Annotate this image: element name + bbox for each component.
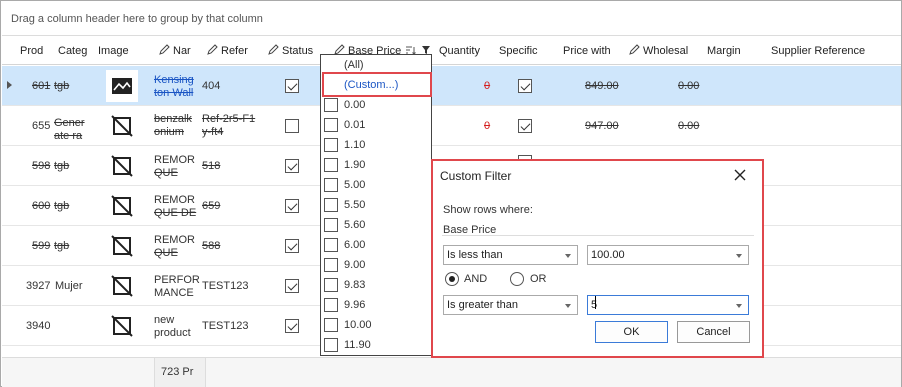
group-by-hint: Drag a column header here to group by th… — [11, 13, 263, 25]
filter-option[interactable]: 5.50 — [321, 195, 431, 215]
image-cell — [106, 306, 138, 346]
filter-option[interactable]: 0.01 — [321, 115, 431, 135]
category-cell: tgb — [54, 80, 70, 92]
column-header-price-with[interactable]: Price with — [563, 37, 619, 65]
column-header-category[interactable]: Categ — [58, 37, 88, 65]
filter-option[interactable]: 6.00 — [321, 235, 431, 255]
prod-cell: 600 — [32, 200, 51, 212]
quantity-cell: 0 — [484, 120, 491, 132]
name-cell[interactable]: new product — [154, 306, 191, 346]
reference-cell[interactable]: 588 — [202, 226, 220, 266]
filter-icon[interactable] — [422, 46, 431, 54]
name-cell[interactable]: Kensing ton Wall — [154, 66, 194, 106]
row-indicator-icon — [7, 81, 12, 89]
filter-option[interactable]: 9.00 — [321, 255, 431, 275]
reference-cell[interactable]: 404 — [202, 66, 220, 106]
reference-cell[interactable]: TEST123 — [202, 306, 248, 346]
no-image-icon — [111, 275, 133, 297]
image-cell — [106, 186, 138, 226]
status-checkbox[interactable] — [285, 266, 299, 306]
wholesale-cell[interactable]: 0.00 — [678, 66, 699, 106]
quantity-cell: 0 — [484, 80, 491, 92]
status-checkbox[interactable] — [285, 146, 299, 186]
category-cell: tgb — [54, 200, 70, 212]
filter-option[interactable]: 5.60 — [321, 215, 431, 235]
column-header-name[interactable]: Nar — [159, 37, 195, 65]
specific-checkbox[interactable] — [518, 106, 532, 146]
prod-cell: 599 — [32, 240, 51, 252]
image-cell — [106, 146, 138, 186]
no-image-icon — [111, 115, 133, 137]
image-cell — [106, 106, 138, 146]
pencil-icon — [268, 44, 279, 55]
column-header-reference[interactable]: Refer — [207, 37, 257, 65]
status-checkbox[interactable] — [285, 226, 299, 266]
reference-cell[interactable]: Ref-2r5-F1 y-ft4 — [202, 106, 255, 146]
status-checkbox[interactable] — [285, 306, 299, 346]
pencil-icon — [159, 44, 170, 55]
filter-option[interactable]: 0.00 — [321, 95, 431, 115]
column-header-wholesale[interactable]: Wholesal — [629, 37, 697, 65]
name-cell[interactable]: REMOR QUE DE — [154, 186, 196, 226]
prod-cell: 3940 — [26, 320, 51, 332]
filter-option[interactable]: 5.00 — [321, 175, 431, 195]
column-header-supplier-reference[interactable]: Supplier Reference — [771, 37, 891, 65]
category-cell: Gener ate ra — [54, 116, 85, 142]
name-cell[interactable]: REMOR QUE — [154, 226, 195, 266]
column-header-quantity[interactable]: Quantity — [439, 37, 491, 65]
no-image-icon — [111, 195, 133, 217]
reference-cell[interactable]: 518 — [202, 146, 220, 186]
custom-option-highlight — [322, 72, 432, 97]
status-checkbox[interactable] — [285, 106, 299, 146]
wholesale-cell[interactable]: 0.00 — [678, 106, 699, 146]
image-cell — [106, 266, 138, 306]
name-cell[interactable]: REMOR QUE — [154, 146, 195, 186]
status-checkbox[interactable] — [285, 186, 299, 226]
filter-option[interactable]: 9.83 — [321, 275, 431, 295]
prod-cell: 3927 — [26, 280, 51, 292]
table-row[interactable]: 601 tgb Kensing ton Wall 404 0 849.00 0.0… — [2, 66, 901, 106]
column-header-specific[interactable]: Specific — [499, 37, 549, 65]
pencil-icon — [629, 44, 640, 55]
column-header-row: Prod Categ Image Nar Refer Status Base P… — [2, 37, 901, 65]
category-cell: tgb — [54, 240, 70, 252]
table-row[interactable]: 655 Gener ate ra benzalk onium Ref-2r5-F1 y… — [2, 106, 901, 146]
name-cell[interactable]: PERFOR MANCE — [154, 266, 200, 306]
row-count-summary: 723 Pr — [154, 358, 206, 387]
image-cell — [106, 226, 138, 266]
category-cell: tgb — [54, 160, 70, 172]
filter-option[interactable]: 9.96 — [321, 295, 431, 315]
column-header-margin[interactable]: Margin — [707, 37, 757, 65]
reference-cell[interactable]: 659 — [202, 186, 220, 226]
prod-cell: 601 — [32, 80, 51, 92]
no-image-icon — [111, 155, 133, 177]
custom-filter-highlight — [431, 159, 764, 358]
column-header-prod[interactable]: Prod — [20, 37, 54, 65]
name-cell[interactable]: benzalk onium — [154, 106, 192, 146]
image-thumbnail-icon — [106, 70, 138, 102]
group-by-panel[interactable]: Drag a column header here to group by th… — [2, 2, 901, 36]
price-with-cell: 849.00 — [585, 80, 619, 92]
no-image-icon — [111, 315, 133, 337]
filter-option[interactable]: 1.10 — [321, 135, 431, 155]
prod-cell: 655 — [32, 120, 51, 132]
prod-cell: 598 — [32, 160, 51, 172]
specific-checkbox[interactable] — [518, 66, 532, 106]
status-checkbox[interactable] — [285, 66, 299, 106]
price-with-cell: 947.00 — [585, 120, 619, 132]
grid-footer: 723 Pr — [2, 357, 901, 387]
column-header-status[interactable]: Status — [268, 37, 324, 65]
category-cell: Mujer — [55, 280, 83, 292]
filter-option[interactable]: 10.00 — [321, 315, 431, 335]
filter-option[interactable]: 1.90 — [321, 155, 431, 175]
base-price-filter-dropdown: (All) (Custom...) 0.00 0.01 1.10 1.90 5.… — [320, 54, 432, 356]
no-image-icon — [111, 235, 133, 257]
pencil-icon — [207, 44, 218, 55]
reference-cell[interactable]: TEST123 — [202, 266, 248, 306]
column-header-image[interactable]: Image — [98, 37, 138, 65]
image-cell — [106, 66, 138, 106]
filter-option[interactable]: 11.90 — [321, 335, 431, 355]
